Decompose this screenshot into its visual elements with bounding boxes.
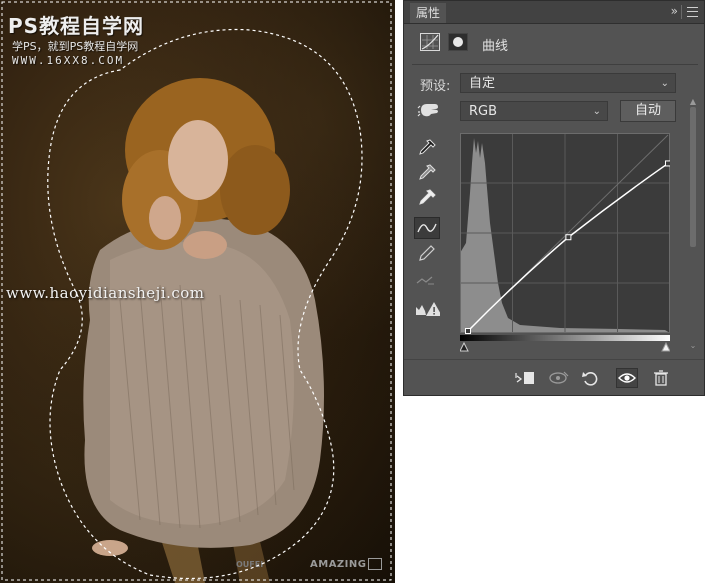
chevron-down-icon: ⌄ xyxy=(592,106,601,117)
layer-mask-icon[interactable] xyxy=(448,33,468,51)
header-divider xyxy=(412,64,698,65)
panel-bottom-toolbar xyxy=(404,359,704,396)
double-chevron-right-icon[interactable]: » xyxy=(671,4,678,18)
preset-value: 自定 xyxy=(469,76,496,91)
white-slider-handle xyxy=(661,341,670,352)
clipping-warning-icon[interactable] xyxy=(414,299,440,321)
adjustment-title: 曲线 xyxy=(482,39,509,54)
clip-to-layer-icon[interactable] xyxy=(514,368,536,388)
menu-divider xyxy=(681,5,682,19)
trash-icon[interactable] xyxy=(650,368,672,388)
black-slider-handle xyxy=(460,341,469,352)
document-canvas[interactable]: PS教程自学网 学PS，就到PS教程自学网 WWW.16XX8.COM www.… xyxy=(0,0,395,583)
scroll-thumb[interactable] xyxy=(690,107,696,247)
curve-control-point[interactable] xyxy=(565,234,572,241)
curves-adjustment-icon[interactable] xyxy=(420,33,440,51)
curve-point-tool-icon[interactable] xyxy=(414,217,440,239)
properties-panel: 属性 » 曲线 预设: 自定 ⌄ RGB ⌄ 自动 ▲ ⌄ xyxy=(403,0,705,396)
gray-point-eyedropper-icon[interactable] xyxy=(414,162,440,184)
channel-dropdown[interactable]: RGB ⌄ xyxy=(460,101,608,121)
tone-gradient-bar xyxy=(460,335,670,341)
panel-scrollbar[interactable]: ▲ ⌄ xyxy=(688,97,698,357)
preset-label: 预设: xyxy=(420,79,451,94)
view-previous-state-icon[interactable] xyxy=(548,368,570,388)
preset-dropdown[interactable]: 自定 ⌄ xyxy=(460,73,676,93)
panel-menu-icon[interactable] xyxy=(687,7,698,17)
curves-graph[interactable] xyxy=(460,133,670,355)
selection-marquee xyxy=(1,1,392,581)
curve-control-point[interactable] xyxy=(665,160,671,167)
white-point-eyedropper-icon[interactable] xyxy=(414,187,440,209)
adjustment-header: 曲线 xyxy=(404,27,704,59)
tab-properties[interactable]: 属性 xyxy=(410,3,447,23)
scroll-up-icon[interactable]: ▲ xyxy=(688,97,698,106)
chevron-down-icon: ⌄ xyxy=(660,78,669,89)
targeted-adjustment-hand-icon[interactable] xyxy=(417,100,443,120)
scroll-down-icon[interactable]: ⌄ xyxy=(688,341,698,350)
channel-value: RGB xyxy=(469,104,498,119)
reset-icon[interactable] xyxy=(580,368,602,388)
smooth-icon[interactable] xyxy=(414,269,440,291)
auto-button[interactable]: 自动 xyxy=(620,100,676,122)
black-point-eyedropper-icon[interactable] xyxy=(414,137,440,159)
pencil-icon[interactable] xyxy=(414,243,440,265)
curve-control-point[interactable] xyxy=(465,328,471,334)
panel-tabbar: 属性 » xyxy=(404,1,704,24)
visibility-eye-icon[interactable] xyxy=(616,368,638,388)
